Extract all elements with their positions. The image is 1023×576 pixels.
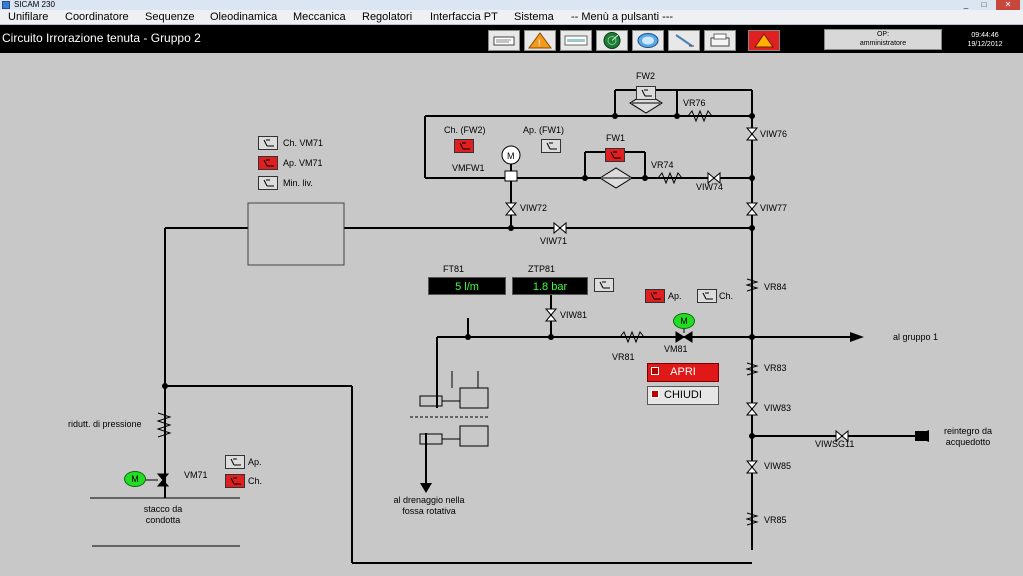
menu-bar: Unifilare Coordinatore Sequenze Oleodina…	[0, 10, 1023, 25]
clock: 09:44:46 19/12/2012	[960, 31, 1010, 49]
vm81-motor[interactable]: M	[673, 313, 695, 329]
label-ft81: FT81	[443, 264, 465, 274]
page-title: Circuito Irrorazione tenuta - Gruppo 2	[2, 31, 201, 45]
label-riduttore: ridutt. di pressione	[68, 419, 142, 429]
label-vr81: VR81	[612, 352, 635, 362]
close-button[interactable]: ✕	[996, 0, 1020, 10]
open-button-label: APRI	[670, 366, 696, 378]
close-valve-button[interactable]: CHIUDI	[647, 386, 719, 405]
label-vm71: VM71	[184, 470, 208, 480]
clock-date: 19/12/2012	[967, 41, 1003, 48]
operator-name: amministratore	[859, 40, 907, 47]
label-drenaggio: al drenaggio nella fossa rotativa	[393, 495, 465, 516]
minimize-button[interactable]: _	[958, 0, 974, 10]
indicator-ap-fw1[interactable]	[541, 139, 561, 153]
indicator-ztp81[interactable]	[594, 278, 614, 292]
label-fw1: FW1	[606, 133, 625, 143]
pid-diagram: M	[90, 89, 929, 564]
label-stacco: stacco da condotta	[143, 504, 183, 525]
label-viw81: VIW81	[560, 310, 588, 320]
label-viw76: VIW76	[760, 129, 788, 139]
indicator-ch-fw2[interactable]	[454, 139, 474, 153]
label-vr76: VR76	[683, 98, 706, 108]
indicator-vm81-ch[interactable]	[697, 289, 717, 303]
indicator-fw2[interactable]	[636, 86, 656, 100]
label-al-gruppo: al gruppo 1	[893, 332, 939, 342]
ft81-display: 5 l/m	[428, 277, 506, 295]
label-ap-fw1: Ap. (FW1)	[523, 125, 565, 135]
label-viw74: VIW74	[696, 182, 724, 192]
label-ch-fw2: Ch. (FW2)	[444, 125, 486, 135]
display-icon[interactable]	[632, 30, 664, 51]
label-viw77: VIW77	[760, 203, 788, 213]
indicator-fw1[interactable]	[605, 148, 625, 162]
window-title: SICAM 230	[14, 0, 55, 9]
ztp81-display: 1.8 bar	[512, 277, 588, 295]
report-icon[interactable]	[560, 30, 592, 51]
indicator-vm71-ch[interactable]	[225, 474, 245, 488]
clock-time: 09:44:46	[971, 32, 999, 39]
label-viw85: VIW85	[764, 461, 792, 471]
label-ch-vm71: Ch. VM71	[283, 138, 324, 148]
label-viw83: VIW83	[764, 403, 792, 413]
menu-sistema[interactable]: Sistema	[514, 10, 554, 24]
label-vm81-ap: Ap.	[668, 291, 682, 301]
menu-meccanica[interactable]: Meccanica	[293, 10, 346, 24]
indicator-ap-vm71[interactable]	[258, 156, 278, 170]
label-vm81-ch: Ch.	[719, 291, 734, 301]
label-reintegro: reintegro da acquedotto	[943, 426, 993, 447]
menu-coordinatore[interactable]: Coordinatore	[65, 10, 129, 24]
indicator-min-liv[interactable]	[258, 176, 278, 190]
label-vmfw1: VMFW1	[452, 163, 485, 173]
svg-text:M: M	[507, 151, 515, 161]
menu-regolatori[interactable]: Regolatori	[362, 10, 412, 24]
operator-box[interactable]: OP: amministratore	[824, 29, 942, 50]
menu-sequenze[interactable]: Sequenze	[145, 10, 195, 24]
label-vr85: VR85	[764, 515, 787, 525]
menu-unifilare[interactable]: Unifilare	[8, 10, 48, 24]
app-icon	[2, 1, 10, 9]
label-fw2: FW2	[636, 71, 655, 81]
label-viwsg11: VIWSG11	[815, 439, 855, 449]
messages-icon[interactable]	[488, 30, 520, 51]
label-viw71: VIW71	[540, 236, 568, 246]
menu-oleodinamica[interactable]: Oleodinamica	[210, 10, 277, 24]
label-vr83: VR83	[764, 363, 787, 373]
label-vr84: VR84	[764, 282, 787, 292]
menu-pulsanti[interactable]: -- Menù a pulsanti ---	[571, 10, 673, 24]
pen-icon[interactable]	[668, 30, 700, 51]
label-vr74: VR74	[651, 160, 674, 170]
open-button[interactable]: APRI	[647, 363, 719, 382]
svg-text:!: !	[538, 38, 541, 48]
label-ap-vm71: Ap. VM71	[283, 158, 323, 168]
label-vm71-ch: Ch.	[248, 476, 263, 486]
label-vm81: VM81	[664, 344, 688, 354]
label-vm71-ap: Ap.	[248, 457, 262, 467]
label-viw72: VIW72	[520, 203, 548, 213]
lock-icon	[651, 390, 659, 398]
close-button-label: CHIUDI	[664, 389, 702, 401]
label-min-liv: Min. liv.	[283, 178, 313, 188]
lock-icon	[651, 367, 659, 375]
printer-icon[interactable]	[704, 30, 736, 51]
radar-icon[interactable]	[596, 30, 628, 51]
indicator-vm81-ap[interactable]	[645, 289, 665, 303]
alarm-red-icon[interactable]	[748, 30, 780, 51]
vm71-motor[interactable]: M	[124, 471, 146, 487]
menu-interfaccia-pt[interactable]: Interfaccia PT	[430, 10, 498, 24]
indicator-vm71-ap[interactable]	[225, 455, 245, 469]
indicator-ch-vm71[interactable]	[258, 136, 278, 150]
label-ztp81: ZTP81	[528, 264, 556, 274]
maximize-button[interactable]: □	[976, 0, 992, 10]
alarm-warning-icon[interactable]: !	[524, 30, 556, 51]
operator-label: OP:	[876, 31, 890, 38]
header-bar: Circuito Irrorazione tenuta - Gruppo 2 !…	[0, 25, 1023, 53]
